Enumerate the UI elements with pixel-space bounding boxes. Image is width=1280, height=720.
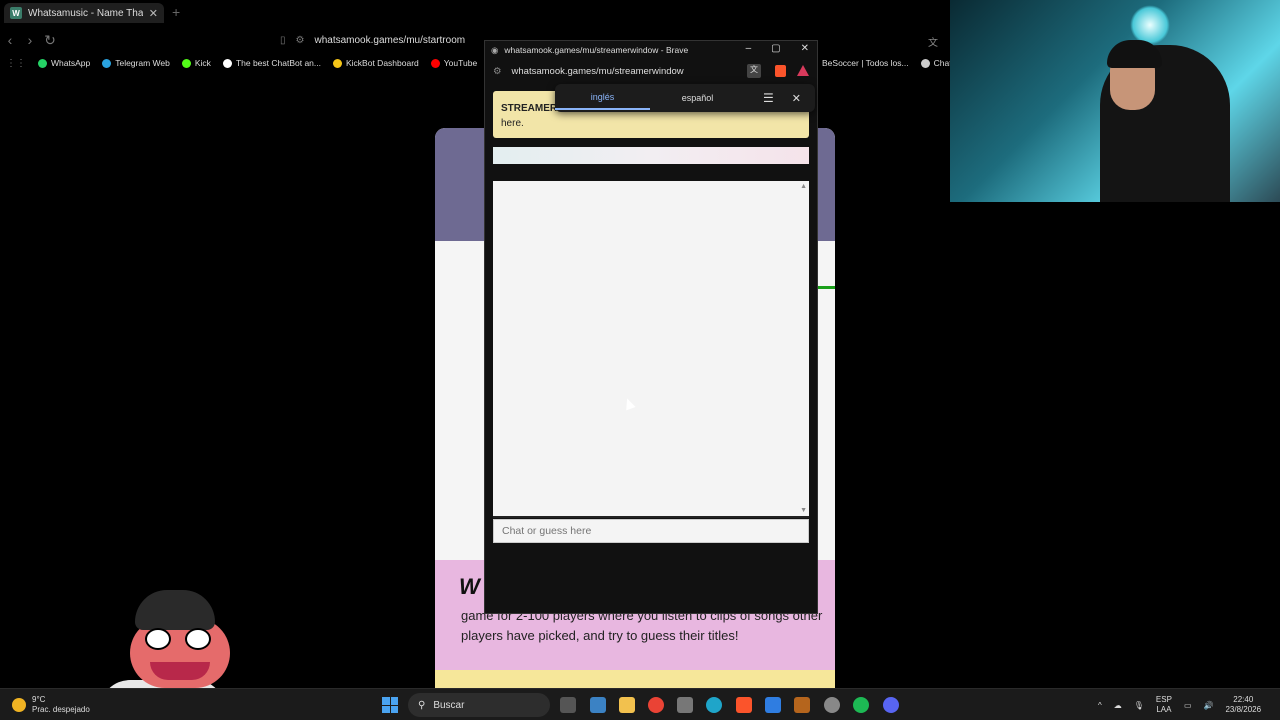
browser-tab-strip: W Whatsamusic - Name That Tune ✕ + [0, 0, 950, 26]
page-logo-letter: W [459, 574, 480, 599]
brave-shield-icon[interactable] [775, 65, 786, 77]
chat-log[interactable]: ▲ ▼ [493, 181, 809, 518]
browser-tab[interactable]: W Whatsamusic - Name That Tune ✕ [4, 3, 164, 23]
brave-rewards-icon[interactable] [797, 65, 809, 76]
tab-target-language[interactable]: español [650, 87, 745, 109]
minimize-icon[interactable]: – [746, 43, 752, 54]
banner-heading: STREAMER [501, 103, 558, 114]
chatbot-icon [222, 58, 232, 68]
edge-icon[interactable] [706, 697, 722, 713]
streamer-popup-window: ◉ whatsamook.games/mu/streamerwindow - B… [484, 40, 818, 614]
url-text: whatsamook.games/mu/startroom [314, 34, 466, 46]
site-info-icon[interactable]: ⚙ [493, 66, 502, 77]
scroll-down-icon[interactable]: ▼ [800, 507, 807, 514]
brave-icon: ◉ [491, 44, 499, 55]
weather-widget[interactable]: 9°C Prac. despejado [12, 695, 90, 715]
brave-taskbar-icon[interactable] [736, 697, 752, 713]
popup-url-text: whatsamook.games/mu/streamerwindow [511, 65, 684, 77]
scroll-up-icon[interactable]: ▲ [800, 183, 807, 190]
store-icon[interactable] [677, 697, 693, 713]
reload-icon[interactable]: ↻ [40, 32, 60, 49]
weather-sun-icon [12, 698, 26, 712]
bookmark-kickbot[interactable]: KickBot Dashboard [333, 58, 419, 68]
avatar-eye [185, 628, 211, 650]
clock[interactable]: 22:40 23/8/2026 [1225, 695, 1261, 715]
obs-icon[interactable] [824, 697, 840, 713]
taskbar-search[interactable]: ⚲ Buscar [408, 693, 550, 717]
bookmark-telegram[interactable]: Telegram Web [102, 58, 170, 68]
kick-icon [181, 58, 191, 68]
whatsapp-icon [38, 58, 47, 68]
weather-desc: Prac. despejado [32, 705, 90, 714]
maximize-icon[interactable]: ▢ [771, 43, 780, 54]
search-label: Buscar [433, 699, 465, 711]
file-explorer-icon[interactable] [619, 697, 635, 713]
youtube-icon [430, 58, 440, 68]
kickbot-icon [333, 58, 342, 68]
network-icon[interactable]: ▭ [1184, 701, 1192, 710]
mail-icon[interactable] [765, 697, 781, 713]
bookmarks-bar-right: BeSoccer | Todos los... ChatGP [822, 58, 964, 68]
discord-icon[interactable] [883, 697, 899, 713]
start-button[interactable] [382, 697, 398, 713]
progress-line [815, 286, 835, 289]
new-tab-icon[interactable]: + [172, 4, 180, 20]
page-footer-band [435, 670, 835, 688]
bookmark-chatbot[interactable]: The best ChatBot an... [222, 58, 321, 68]
popup-title: whatsamook.games/mu/streamerwindow - Bra… [504, 45, 689, 55]
onedrive-icon[interactable]: ☁ [1114, 701, 1122, 710]
chatgpt-icon [920, 58, 930, 68]
microphone-icon[interactable]: 🎙 [1134, 701, 1144, 710]
menu-icon[interactable]: ☰ [763, 91, 774, 105]
bookmark-kick[interactable]: Kick [181, 58, 211, 68]
audio-progress-bar [493, 147, 809, 164]
translate-icon[interactable]: 文 [747, 64, 761, 78]
banner-text: here. [501, 118, 524, 129]
minecraft-icon[interactable] [794, 697, 810, 713]
search-icon: ⚲ [418, 699, 426, 711]
weather-temp: 9°C [32, 695, 46, 704]
avatar-eye [145, 628, 171, 650]
spotify-icon[interactable] [853, 697, 869, 713]
tab-source-language[interactable]: inglés [555, 86, 650, 110]
avatar-hat [135, 590, 215, 630]
webcam-overlay [950, 0, 1280, 202]
back-icon[interactable]: ‹ [0, 32, 20, 48]
lamp-light [1130, 5, 1170, 45]
site-favicon-icon: W [10, 7, 22, 19]
widgets-icon[interactable] [590, 697, 606, 713]
bookmark-whatsapp[interactable]: WhatsApp [38, 58, 90, 68]
telegram-icon [102, 58, 112, 68]
avatar-mouth [150, 662, 210, 680]
close-icon[interactable]: ✕ [792, 92, 801, 105]
language-indicator[interactable]: ESP LAA [1156, 695, 1172, 715]
task-view-icon[interactable] [560, 697, 576, 713]
bookmark-icon[interactable]: ▯ [280, 35, 286, 46]
translate-icon[interactable]: 文 [928, 34, 938, 49]
close-tab-icon[interactable]: ✕ [149, 7, 158, 20]
tray-expand-icon[interactable]: ^ [1098, 701, 1102, 710]
volume-icon[interactable]: 🔊 [1204, 701, 1214, 710]
translate-bubble: inglés español ☰ ✕ [555, 84, 815, 112]
forward-icon[interactable]: › [20, 32, 40, 48]
close-window-icon[interactable]: ✕ [801, 43, 809, 54]
windows-taskbar: 9°C Prac. despejado ⚲ Buscar ^ ☁ 🎙 ESP L… [0, 688, 1280, 720]
chat-input[interactable] [493, 519, 809, 543]
window-controls: – ▢ ✕ [746, 43, 809, 54]
bookmark-youtube[interactable]: YouTube [430, 58, 477, 68]
tab-title: Whatsamusic - Name That Tune [28, 7, 143, 19]
chrome-icon[interactable] [648, 697, 664, 713]
apps-grid-icon[interactable]: ⋮⋮ [6, 58, 26, 69]
system-tray: ^ ☁ 🎙 ESP LAA ▭ 🔊 22:40 23/8/2026 [1098, 695, 1261, 715]
popup-address-bar[interactable]: ⚙ whatsamook.games/mu/streamerwindow [485, 61, 819, 81]
site-info-icon[interactable]: ⚙ [296, 35, 305, 46]
bookmark-besoccer[interactable]: BeSoccer | Todos los... [822, 58, 909, 68]
